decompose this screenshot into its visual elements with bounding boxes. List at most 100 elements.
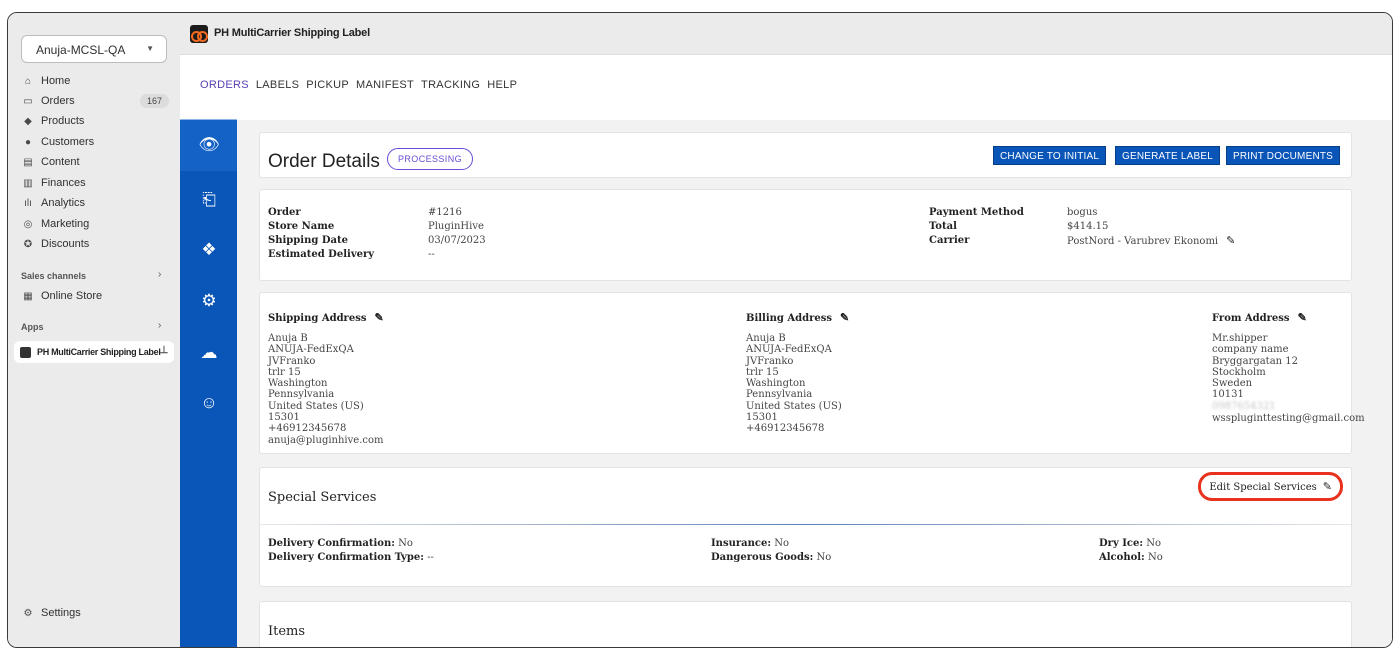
sidebar-item-content[interactable]: ▤ Content: [22, 153, 79, 171]
app-icon: [20, 346, 31, 358]
sidebar-item-marketing[interactable]: ◎ Marketing: [22, 215, 90, 233]
store-icon: ▦: [23, 290, 33, 302]
tab-labels[interactable]: LABELS: [256, 79, 299, 91]
tab-help[interactable]: HELP: [487, 79, 517, 91]
settings-gear-icon[interactable]: ⚙: [198, 290, 220, 312]
store-name-label: Store Name: [268, 221, 335, 232]
sidebar-item-label: Settings: [41, 607, 81, 619]
special-services-card: Special Services Edit Special Services ✎ …: [259, 467, 1352, 587]
section-divider: [260, 647, 1351, 648]
sidebar-item-finances[interactable]: ▥ Finances: [22, 174, 86, 192]
app-title: PH MultiCarrier Shipping Label: [214, 27, 370, 39]
discount-icon: ✪: [23, 238, 33, 250]
sidebar-item-customers[interactable]: ● Customers: [22, 133, 94, 151]
chevron-right-icon[interactable]: ›: [158, 320, 161, 331]
sidebar-item-discounts[interactable]: ✪ Discounts: [22, 235, 90, 253]
sidebar-item-label: Marketing: [41, 218, 90, 230]
label-print-icon[interactable]: ⎗: [198, 189, 220, 211]
status-badge: PROCESSING: [387, 148, 474, 170]
sidebar-item-settings[interactable]: ⚙ Settings: [22, 604, 81, 622]
carrier-label: Carrier: [929, 235, 970, 246]
insurance-value: No: [774, 538, 789, 549]
billing-address-title: Billing Address: [746, 313, 833, 324]
shipping-address-title: Shipping Address: [268, 313, 367, 324]
sidebar-item-label: Analytics: [41, 197, 86, 209]
total-value: $414.15: [1067, 221, 1109, 232]
field-label: Delivery Confirmation Type:: [268, 552, 424, 563]
sidebar-item-home[interactable]: ⌂ Home: [22, 72, 70, 90]
sidebar-item-label: Orders: [41, 95, 75, 107]
target-icon: ◎: [23, 218, 33, 230]
shipping-address-lines: Anuja B ANUJA-FedExQA JVFranko trlr 15 W…: [268, 333, 384, 446]
home-icon: ⌂: [24, 75, 32, 87]
orders-count-badge: 167: [140, 94, 170, 108]
box-icon[interactable]: ❖: [198, 239, 220, 261]
pin-icon[interactable]: ⊥: [160, 345, 169, 356]
generate-label-button[interactable]: GENERATE LABEL: [1115, 146, 1220, 165]
change-to-initial-button[interactable]: CHANGE TO INITIAL: [993, 146, 1107, 165]
edit-shipping-address-icon[interactable]: ✎: [374, 311, 383, 324]
delivery-confirmation-type-row: Delivery Confirmation Type: --: [268, 551, 434, 565]
field-label: Insurance:: [711, 538, 772, 549]
store-selector[interactable]: Anuja-MCSL-QA ▼: [21, 35, 167, 63]
order-label: Order: [268, 207, 301, 218]
from-address-email: wsspluginttesting@gmail.com: [1212, 413, 1365, 424]
carrier-value: PostNord - Varubrev Ekonomi: [1067, 236, 1219, 247]
app-header: PH MultiCarrier Shipping Label: [180, 13, 1392, 55]
sidebar-item-orders[interactable]: ▭ Orders: [22, 92, 75, 110]
sidebar-item-online-store[interactable]: ▦ Online Store: [22, 287, 102, 305]
edit-special-services-label: Edit Special Services: [1209, 482, 1317, 493]
payment-method-label: Payment Method: [929, 207, 1024, 218]
sidebar-item-app[interactable]: PH MultiCarrier Shipping Label ⊥: [14, 341, 174, 363]
edit-icon: ✎: [1322, 480, 1332, 493]
cloud-upload-icon[interactable]: ☁: [198, 342, 220, 364]
order-header-card: Order Details PROCESSING CHANGE TO INITI…: [259, 132, 1352, 178]
dry-ice-row: Dry Ice: No: [1099, 537, 1161, 551]
edit-billing-address-icon[interactable]: ✎: [840, 311, 849, 324]
user-icon[interactable]: ☺: [198, 392, 220, 414]
sidebar-item-analytics[interactable]: ılı Analytics: [22, 194, 85, 212]
sidebar-item-label: PH MultiCarrier Shipping Label: [37, 347, 161, 357]
eye-icon[interactable]: 👁: [198, 134, 220, 156]
delivery-confirmation-value: No: [398, 538, 413, 549]
from-address-phone: 0987654321: [1212, 401, 1276, 412]
shipping-address-heading: Shipping Address ✎: [268, 311, 384, 324]
field-label: Alcohol:: [1099, 552, 1145, 563]
print-documents-button[interactable]: PRINT DOCUMENTS: [1226, 146, 1341, 165]
insurance-row: Insurance: No: [711, 537, 789, 551]
icon-rail: 👁 ⎗ ❖ ⚙ ☁ ☺: [180, 119, 237, 647]
delivery-confirmation-type-value: --: [427, 552, 434, 563]
edit-carrier-icon[interactable]: ✎: [1226, 234, 1235, 247]
billing-address-lines: Anuja B ANUJA-FedExQA JVFranko trlr 15 W…: [746, 333, 842, 435]
tab-pickup[interactable]: PICKUP: [306, 79, 349, 91]
estimated-delivery-label: Estimated Delivery: [268, 249, 375, 260]
sidebar-item-products[interactable]: ◆ Products: [22, 112, 84, 130]
bar-chart-icon: ılı: [24, 197, 32, 209]
edit-from-address-icon[interactable]: ✎: [1298, 311, 1307, 324]
tab-orders[interactable]: ORDERS: [200, 79, 249, 91]
gear-icon: ⚙: [23, 607, 33, 619]
field-label: Delivery Confirmation:: [268, 538, 395, 549]
tag-icon: ◆: [24, 115, 32, 127]
address-card: Shipping Address ✎ Anuja B ANUJA-FedExQA …: [259, 292, 1365, 454]
carrier-value-row: PostNord - Varubrev Ekonomi ✎: [1067, 234, 1235, 249]
tab-tracking[interactable]: TRACKING: [421, 79, 480, 91]
admin-sidebar: Anuja-MCSL-QA ▼ ⌂ Home ▭ Orders 167 ◆ Pr…: [8, 13, 180, 647]
chevron-down-icon: ▼: [146, 44, 154, 53]
tab-manifest[interactable]: MANIFEST: [356, 79, 414, 91]
field-label: Dangerous Goods:: [711, 552, 814, 563]
dry-ice-value: No: [1146, 538, 1162, 549]
chevron-right-icon[interactable]: ›: [158, 269, 161, 280]
sidebar-item-label: Finances: [41, 177, 86, 189]
orders-icon: ▭: [23, 95, 33, 107]
shipping-date-label: Shipping Date: [268, 235, 348, 246]
field-label: Dry Ice:: [1099, 538, 1144, 549]
main-content: Order Details PROCESSING CHANGE TO INITI…: [237, 120, 1392, 647]
billing-address-heading: Billing Address ✎: [746, 311, 849, 324]
page-title: Order Details: [268, 151, 380, 172]
shipping-date-value: 03/07/2023: [428, 235, 486, 246]
app-logo-icon: [190, 25, 208, 43]
bank-icon: ▥: [23, 177, 33, 189]
delivery-confirmation-row: Delivery Confirmation: No: [268, 537, 413, 551]
edit-special-services-link[interactable]: Edit Special Services ✎: [1198, 472, 1343, 501]
